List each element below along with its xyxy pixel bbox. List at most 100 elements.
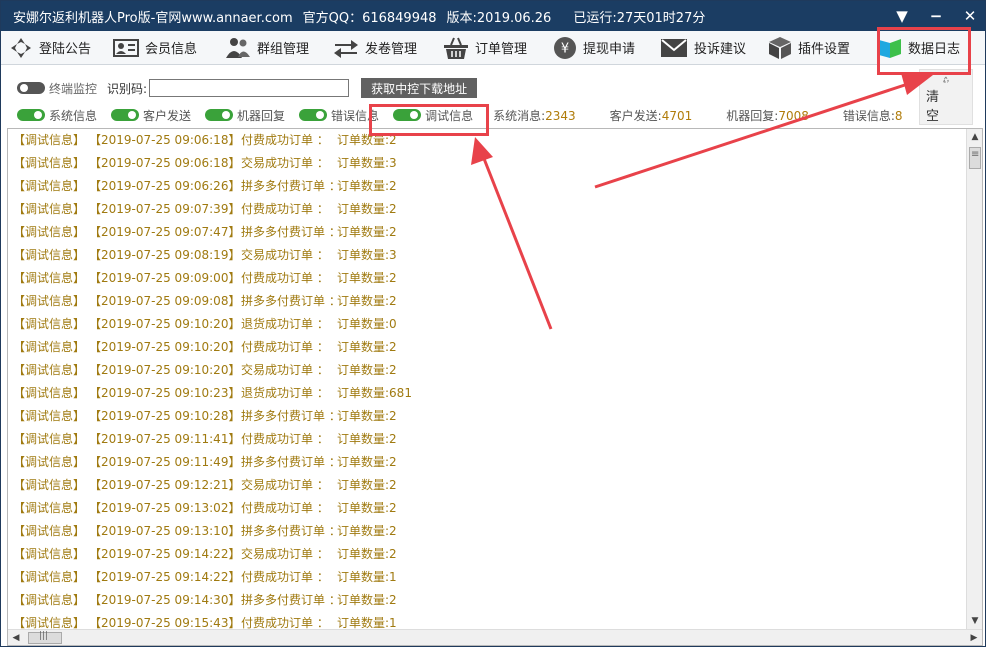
vertical-scrollbar[interactable]: ▲ ▼ <box>966 129 982 629</box>
log-count: 订单数量:2 <box>337 179 397 193</box>
log-type: 交易成功订单 ： <box>241 363 329 377</box>
log-panel[interactable]: 【调试信息】 【2019-07-25 09:06:18】付费成功订单 ：订单数量:… <box>7 128 983 646</box>
log-tag: 【调试信息】 <box>13 455 86 469</box>
log-time: 【2019-07-25 09:12:21】 <box>89 478 241 492</box>
filter-system-info[interactable]: 系统信息 <box>17 107 97 124</box>
log-count: 订单数量:2 <box>337 409 397 423</box>
filter-robot-reply[interactable]: 机器回复 <box>205 107 285 124</box>
log-type: 付费成功订单 ： <box>241 340 329 354</box>
log-count: 订单数量:2 <box>337 202 397 216</box>
log-tag: 【调试信息】 <box>13 248 86 262</box>
log-time: 【2019-07-25 09:06:18】 <box>89 156 241 170</box>
log-tag: 【调试信息】 <box>13 133 86 147</box>
id-code-input[interactable] <box>149 79 350 97</box>
group-icon <box>226 37 250 58</box>
log-line: 【调试信息】 【2019-07-25 09:12:21】交易成功订单 ： 订单数量:… <box>8 474 966 497</box>
log-line: 【调试信息】 【2019-07-25 09:15:43】付费成功订单 ： 订单数量:… <box>8 612 966 629</box>
toolbar-item-member-info[interactable]: 会员信息 <box>105 31 217 65</box>
log-time: 【2019-07-25 09:06:26】 <box>89 179 241 193</box>
toolbar-item-order-management[interactable]: 订单管理 <box>435 31 545 65</box>
horizontal-scrollbar[interactable]: ◀ ▶ <box>8 629 982 645</box>
toolbar-item-complaint-suggestion[interactable]: 投诉建议 <box>652 31 760 65</box>
customer-send-toggle[interactable] <box>111 109 140 121</box>
log-time: 【2019-07-25 09:07:47】 <box>89 225 241 239</box>
log-time: 【2019-07-25 09:08:19】 <box>89 248 241 262</box>
toolbar-item-group-management[interactable]: 群组管理 <box>217 31 325 65</box>
log-count: 订单数量:2 <box>337 455 397 469</box>
log-count: 订单数量:3 <box>337 156 397 170</box>
log-time: 【2019-07-25 09:13:10】 <box>89 524 241 538</box>
log-type: 付费成功订单 ： <box>241 501 329 515</box>
recycle-icon <box>943 76 949 83</box>
get-download-address-button[interactable]: 获取中控下载地址 <box>361 78 478 98</box>
robot-reply-toggle[interactable] <box>205 109 234 121</box>
scroll-left-icon[interactable]: ◀ <box>8 630 24 645</box>
terminal-monitor-label: 终端监控 <box>49 81 98 96</box>
log-line: 【调试信息】 【2019-07-25 09:06:18】交易成功订单 ： 订单数量:… <box>8 152 966 175</box>
toolbar-item-withdrawal-request[interactable]: ¥ 提现申请 <box>545 31 652 65</box>
log-line: 【调试信息】 【2019-07-25 09:06:26】拼多多付费订单 ：订单数量… <box>8 175 966 198</box>
filter-customer-send[interactable]: 客户发送 <box>111 107 191 124</box>
system-info-label: 系统信息 <box>49 108 98 123</box>
robot-reply-label: 机器回复 <box>237 108 286 123</box>
log-line: 【调试信息】 【2019-07-25 09:10:20】退货成功订单 ： 订单数量:… <box>8 313 966 336</box>
log-tag: 【调试信息】 <box>13 386 86 400</box>
close-icon[interactable]: ✕ <box>953 7 985 25</box>
log-time: 【2019-07-25 09:13:02】 <box>89 501 241 515</box>
filter-error-info[interactable]: 错误信息 <box>299 107 379 124</box>
error-info-toggle[interactable] <box>299 109 328 121</box>
log-count: 订单数量:2 <box>337 593 397 607</box>
log-count: 订单数量:2 <box>337 524 397 538</box>
log-line: 【调试信息】 【2019-07-25 09:10:28】拼多多付费订单 ：订单数量… <box>8 405 966 428</box>
log-type: 拼多多付费订单 ： <box>241 455 341 469</box>
announcement-icon <box>11 37 31 58</box>
toolbar-item-label: 插件设置 <box>798 42 851 57</box>
log-count: 订单数量:2 <box>337 271 397 285</box>
log-line: 【调试信息】 【2019-07-25 09:10:23】退货成功订单 ： 订单数量:… <box>8 382 966 405</box>
version-label: 版本:2019.06.26 <box>446 10 552 26</box>
log-tag: 【调试信息】 <box>13 432 86 446</box>
mail-icon <box>661 38 687 57</box>
log-line: 【调试信息】 【2019-07-25 09:08:19】交易成功订单 ： 订单数量:… <box>8 244 966 267</box>
log-type: 交易成功订单 ： <box>241 478 329 492</box>
log-time: 【2019-07-25 09:10:28】 <box>89 409 241 423</box>
log-list: 【调试信息】 【2019-07-25 09:06:18】付费成功订单 ：订单数量:… <box>8 129 966 629</box>
dropdown-menu-icon[interactable]: ▼ <box>885 7 919 25</box>
log-tag: 【调试信息】 <box>13 271 86 285</box>
clear-button[interactable]: 清 空 <box>919 69 973 125</box>
official-qq: 官方QQ：616849948 <box>302 10 437 26</box>
transfer-icon <box>334 39 358 58</box>
system-info-toggle[interactable] <box>17 109 45 121</box>
cube-icon <box>769 36 791 59</box>
scroll-down-icon[interactable]: ▼ <box>967 613 982 629</box>
toolbar-item-coupon-management[interactable]: 发卷管理 <box>325 31 435 65</box>
toolbar-item-label: 投诉建议 <box>694 42 747 57</box>
toolbar-item-label: 登陆公告 <box>39 42 92 57</box>
log-count: 订单数量:2 <box>337 340 397 354</box>
log-type: 付费成功订单 ： <box>241 570 329 584</box>
log-type: 退货成功订单 ： <box>241 386 329 400</box>
minimize-icon[interactable]: − <box>919 7 953 25</box>
log-tag: 【调试信息】 <box>13 409 86 423</box>
log-time: 【2019-07-25 09:14:30】 <box>89 593 241 607</box>
log-tag: 【调试信息】 <box>13 570 86 584</box>
log-time: 【2019-07-25 09:10:20】 <box>89 317 241 331</box>
horizontal-scroll-thumb[interactable] <box>28 631 62 644</box>
scroll-up-icon[interactable]: ▲ <box>967 129 982 145</box>
log-count: 订单数量:2 <box>337 363 397 377</box>
toolbar-item-login-announcement[interactable]: 登陆公告 <box>1 31 105 65</box>
stat-robot-reply: 机器回复:7008 <box>726 108 809 123</box>
id-code-label: 识别码: <box>107 81 148 96</box>
log-type: 拼多多付费订单 ： <box>241 593 341 607</box>
toolbar-item-plugin-settings[interactable]: 插件设置 <box>760 31 870 65</box>
monitor-row: 终端监控 识别码: 获取中控下载地址 <box>1 75 478 101</box>
log-line: 【调试信息】 【2019-07-25 09:13:02】付费成功订单 ： 订单数量:… <box>8 497 966 520</box>
title-bar: 安娜尔返利机器人Pro版-官网www.annaer.com 官方QQ：61684… <box>1 1 985 31</box>
toolbar-item-label: 提现申请 <box>583 42 636 57</box>
log-line: 【调试信息】 【2019-07-25 09:14:22】付费成功订单 ： 订单数量:… <box>8 566 966 589</box>
scroll-right-icon[interactable]: ▶ <box>966 630 982 645</box>
log-type: 付费成功订单 ： <box>241 271 329 285</box>
vertical-scroll-thumb[interactable] <box>969 147 981 169</box>
terminal-monitor-toggle[interactable] <box>17 82 45 94</box>
log-time: 【2019-07-25 09:11:41】 <box>89 432 241 446</box>
